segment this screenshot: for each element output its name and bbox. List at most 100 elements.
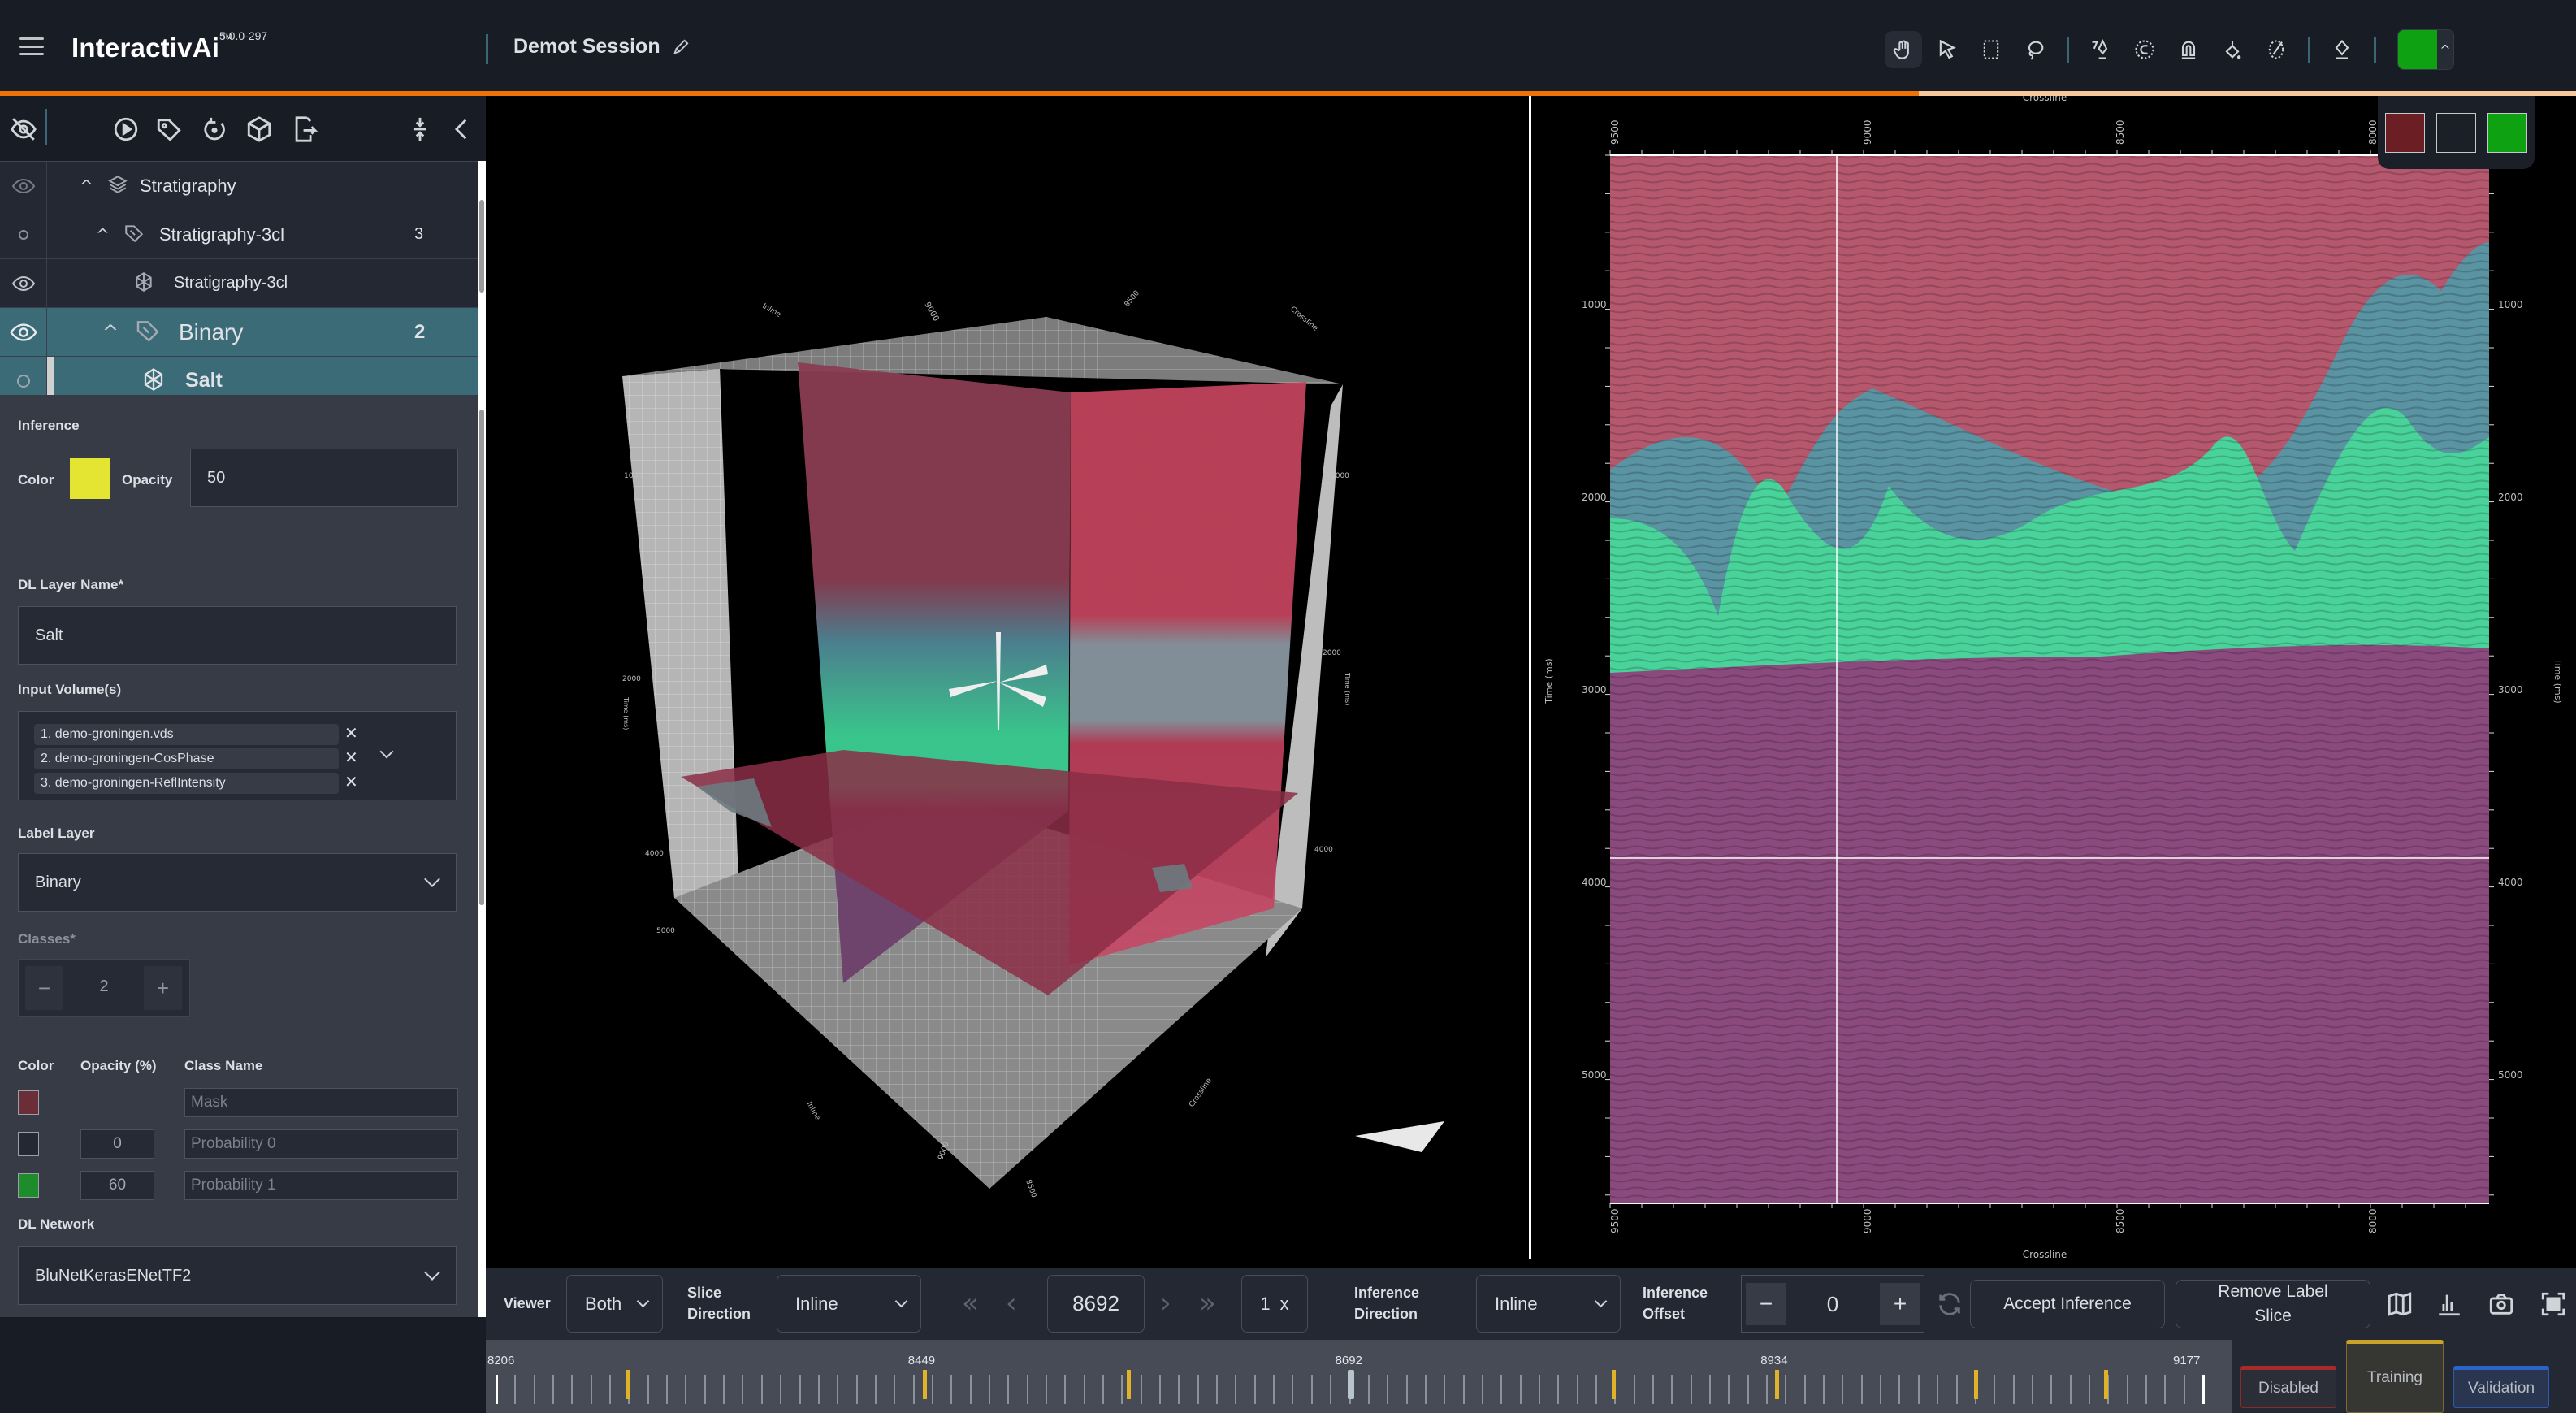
scrollbar-thumb[interactable] xyxy=(479,410,484,905)
class-opacity-input[interactable]: 0 xyxy=(80,1129,154,1159)
next-slice-button[interactable]: › xyxy=(1160,1287,1171,1320)
increment-button[interactable]: + xyxy=(144,966,182,1010)
pan-tool-button[interactable] xyxy=(1885,31,1922,68)
slice-direction-select[interactable]: Inline xyxy=(777,1275,921,1333)
run-button[interactable] xyxy=(112,115,140,143)
labeled-slice-marker[interactable] xyxy=(1973,1370,1978,1399)
slice-slider[interactable]: 8206 8449 8692 8934 9177 xyxy=(486,1340,2232,1413)
viewer-select[interactable]: Both xyxy=(566,1275,663,1333)
labeled-slice-marker[interactable] xyxy=(2103,1370,2108,1399)
labeled-slice-marker[interactable] xyxy=(1611,1370,1616,1399)
step-multiplier-input[interactable]: 1x xyxy=(1241,1275,1308,1333)
pen-tool-button[interactable] xyxy=(2082,31,2119,68)
slider-handle[interactable] xyxy=(1347,1370,1354,1399)
refresh-target-button[interactable] xyxy=(201,115,228,143)
map-button[interactable] xyxy=(2386,1290,2414,1318)
export-button[interactable] xyxy=(291,115,318,143)
viewer-3d[interactable]: 1000 2000 4000 5000 1000 2000 4000 Inlin… xyxy=(486,96,1529,1259)
class-color-swatch[interactable] xyxy=(18,1132,39,1156)
screenshot-button[interactable] xyxy=(2487,1290,2515,1318)
labeled-slice-marker[interactable] xyxy=(1775,1370,1780,1399)
visibility-toggle[interactable] xyxy=(0,210,47,258)
eraser-tool-button[interactable] xyxy=(2323,31,2361,68)
slider-tick xyxy=(1007,1375,1010,1404)
magnet-tool-button[interactable] xyxy=(2170,31,2207,68)
x-tick-label: 9000 xyxy=(1862,1208,1873,1233)
first-slice-button[interactable]: « xyxy=(962,1287,979,1320)
properties-scrollbar[interactable] xyxy=(478,395,486,1317)
viewer-2d[interactable]: Crossline Crossline Time (ms) Time (ms) … xyxy=(1531,96,2576,1259)
tree-row-binary[interactable]: ^ Binary 2 xyxy=(0,308,486,357)
chevron-up-icon[interactable]: ^ xyxy=(80,176,93,196)
label-layer-select[interactable]: Binary xyxy=(18,853,457,912)
menu-icon[interactable] xyxy=(19,37,44,55)
class-name-input[interactable]: Mask xyxy=(184,1088,458,1117)
fill-tool-button[interactable] xyxy=(2214,31,2251,68)
tree-row-stratigraphy-3cl-model[interactable]: Stratigraphy-3cl xyxy=(0,259,486,308)
class-color-swatch[interactable] xyxy=(18,1173,39,1198)
increment-button[interactable]: + xyxy=(1880,1283,1920,1325)
slice-number-value: 8692 xyxy=(1072,1291,1119,1315)
palette-swatch-mask[interactable] xyxy=(2385,112,2425,153)
accept-inference-button[interactable]: Accept Inference xyxy=(1970,1280,2165,1328)
visibility-toggle[interactable] xyxy=(0,259,47,307)
tree-row-stratigraphy[interactable]: ^ Stratigraphy xyxy=(0,162,486,210)
remove-volume-icon[interactable]: ✕ xyxy=(344,748,358,768)
palette-swatch-probability-1[interactable] xyxy=(2487,112,2527,153)
dl-network-select[interactable]: BluNetKerasENetTF2 xyxy=(18,1246,457,1305)
inference-color-swatch[interactable] xyxy=(70,458,110,499)
magnetic-lasso-button[interactable] xyxy=(2126,31,2163,68)
remove-label-slice-button[interactable]: Remove Label Slice xyxy=(2176,1280,2370,1328)
select-tool-button[interactable] xyxy=(1929,31,1966,68)
mode-disabled-button[interactable]: Disabled xyxy=(2240,1366,2336,1408)
chevron-up-icon[interactable]: ^ xyxy=(96,225,110,245)
lasso-tool-button[interactable] xyxy=(2016,31,2054,68)
class-name-input[interactable]: Probability 0 xyxy=(184,1129,458,1159)
labeled-slice-marker[interactable] xyxy=(626,1370,630,1399)
mode-validation-button[interactable]: Validation xyxy=(2453,1366,2549,1408)
fullscreen-button[interactable] xyxy=(2539,1290,2567,1318)
palette-swatch-probability-0[interactable] xyxy=(2436,112,2476,153)
slice-number-input[interactable]: 8692 xyxy=(1047,1275,1145,1333)
last-slice-button[interactable]: » xyxy=(1199,1287,1216,1320)
active-color-picker[interactable]: ^ xyxy=(2397,29,2454,70)
add-label-button[interactable] xyxy=(155,115,183,143)
labeled-slice-marker[interactable] xyxy=(922,1370,927,1399)
active-color-swatch[interactable] xyxy=(2398,30,2437,69)
inference-direction-select[interactable]: Inline xyxy=(1476,1275,1621,1333)
slider-tick xyxy=(1273,1375,1275,1404)
visibility-toggle[interactable] xyxy=(0,308,47,356)
inference-opacity-input[interactable]: 50 xyxy=(190,449,458,507)
class-name-input[interactable]: Probability 1 xyxy=(184,1171,458,1200)
mode-training-button[interactable]: Training xyxy=(2346,1340,2444,1413)
collapse-all-button[interactable] xyxy=(406,115,434,143)
tree-row-stratigraphy-3cl[interactable]: ^ Stratigraphy-3cl 3 xyxy=(0,210,486,259)
class-opacity-input[interactable]: 60 xyxy=(80,1171,154,1200)
model-cube-button[interactable] xyxy=(245,115,273,143)
histogram-button[interactable] xyxy=(2435,1290,2463,1318)
dl-layer-name-label: DL Layer Name* xyxy=(18,577,124,592)
dl-layer-name-input[interactable]: Salt xyxy=(18,606,457,665)
classes-stepper[interactable]: − 2 + xyxy=(18,959,190,1017)
visibility-toggle[interactable] xyxy=(0,162,47,210)
chevron-up-icon[interactable]: ^ xyxy=(2437,30,2453,69)
inference-offset-stepper[interactable]: − 0 + xyxy=(1741,1275,1924,1333)
hide-all-button[interactable] xyxy=(10,115,37,143)
class-color-swatch[interactable] xyxy=(18,1090,39,1115)
slider-tick xyxy=(1785,1375,1787,1404)
camera-gizmo[interactable] xyxy=(1355,1121,1444,1152)
session-title[interactable]: Demot Session xyxy=(513,35,690,59)
previous-slice-button[interactable]: ‹ xyxy=(1006,1287,1017,1320)
pencil-icon[interactable] xyxy=(672,38,690,56)
collapse-panel-button[interactable] xyxy=(448,115,476,143)
rectangle-select-button[interactable] xyxy=(1972,31,2010,68)
scrollbar-thumb[interactable] xyxy=(479,200,484,293)
remove-volume-icon[interactable]: ✕ xyxy=(344,723,358,743)
chevron-up-icon[interactable]: ^ xyxy=(102,321,119,344)
reset-offset-button[interactable] xyxy=(1936,1290,1963,1318)
labeled-slice-marker[interactable] xyxy=(1126,1370,1131,1399)
brush-tool-button[interactable] xyxy=(2258,31,2295,68)
tree-row-label: Stratigraphy-3cl xyxy=(159,223,285,245)
remove-volume-icon[interactable]: ✕ xyxy=(344,772,358,792)
slider-tick xyxy=(2164,1375,2167,1404)
